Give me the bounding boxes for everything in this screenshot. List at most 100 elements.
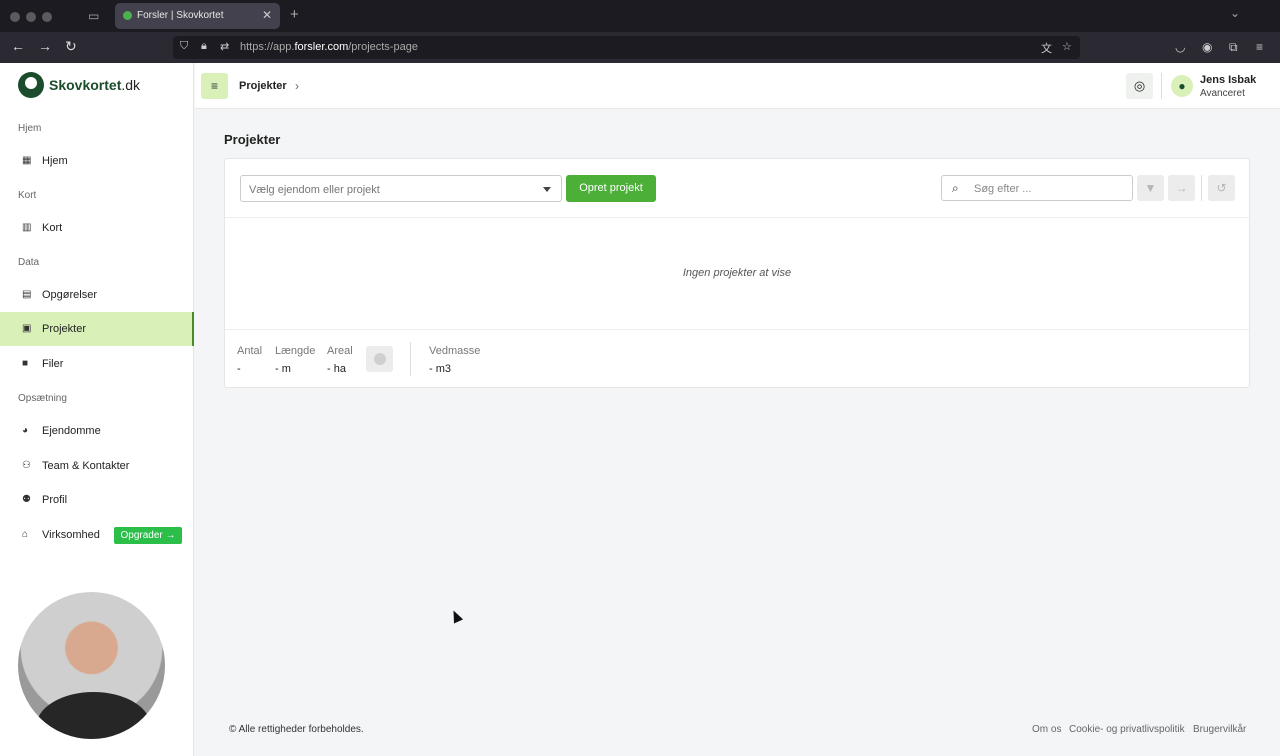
language-globe-icon[interactable]: ◎ — [1126, 73, 1153, 99]
translate-icon[interactable]: 文 — [1041, 40, 1052, 56]
sidebar-item-kort[interactable]: ▥ Kort — [0, 211, 194, 245]
apply-arrow-button[interactable]: → — [1168, 175, 1195, 201]
divider — [225, 329, 1249, 330]
search-input[interactable] — [974, 181, 1124, 196]
stat-label-areal: Areal — [327, 345, 353, 357]
search-box[interactable]: ⌕ — [941, 175, 1133, 201]
folder-icon: ■ — [22, 358, 29, 369]
stat-label-laengde: Længde — [275, 345, 316, 357]
team-icon: ⚇ — [22, 460, 31, 471]
pocket-icon[interactable]: ◡ — [1175, 40, 1185, 54]
user-role: Avanceret — [1200, 88, 1245, 99]
section-label-setup: Opsætning — [18, 393, 67, 404]
divider — [1201, 175, 1202, 201]
sidebar-item-label: Team & Kontakter — [42, 460, 130, 472]
browser-tab-bar: ▭ Forsler | Skovkortet ✕ + ⌄ — [0, 0, 1280, 32]
reload-icon[interactable]: ↻ — [65, 38, 77, 55]
create-project-button[interactable]: Opret projekt — [566, 175, 656, 202]
filter-button[interactable]: ▼ — [1137, 175, 1164, 201]
avatar[interactable]: ● — [1171, 75, 1193, 97]
select-placeholder: Vælg ejendom eller projekt — [249, 184, 380, 196]
app-topbar: ≡ Projekter › ◎ ● Jens Isbak Avanceret — [195, 63, 1280, 109]
breadcrumb[interactable]: Projekter — [239, 80, 287, 92]
brand-name: Skovkortet.dk — [49, 77, 141, 93]
sidebar-item-virksomhed[interactable]: ⌂ Virksomhed Opgrader → — [0, 518, 194, 552]
shield-icon[interactable]: ⛉ — [180, 40, 188, 53]
footer-link-about[interactable]: Om os — [1032, 724, 1061, 735]
divider — [1161, 73, 1162, 99]
sidebar-item-opgorelser[interactable]: ▤ Opgørelser — [0, 278, 194, 312]
sidebar-item-label: Profil — [42, 494, 68, 506]
table-icon: ▤ — [22, 289, 32, 300]
sidebar-item-profil[interactable]: ⚉ Profil — [0, 483, 194, 517]
section-label-data: Data — [18, 257, 40, 268]
chevron-right-icon: › — [295, 79, 299, 93]
home-icon: ⌂ — [22, 529, 29, 540]
reset-button[interactable]: ↺ — [1208, 175, 1235, 201]
lock-icon[interactable]: 🔒︎ — [201, 40, 207, 53]
sidebar-item-label: Projekter — [42, 323, 87, 335]
maximize-window-button[interactable] — [42, 12, 52, 22]
stat-value-antal: - — [237, 363, 241, 375]
caret-down-icon — [543, 187, 551, 192]
url-bar[interactable]: ⛉ 🔒︎ ⇄ https://app.forsler.com/projects-… — [173, 36, 1080, 59]
new-tab-icon[interactable]: + — [290, 6, 299, 23]
divider — [225, 217, 1249, 218]
sidebar-item-filer[interactable]: ■ Filer — [0, 347, 194, 381]
mouse-cursor — [448, 608, 464, 624]
pie-chart-button[interactable] — [366, 346, 393, 372]
section-label-home: Hjem — [18, 123, 42, 134]
dashboard-icon: ▦ — [22, 155, 32, 166]
sidebar-item-label: Ejendomme — [42, 425, 101, 437]
profile-icon: ⚉ — [22, 494, 31, 505]
favicon-icon — [123, 11, 132, 20]
tree-logo-icon — [18, 72, 44, 98]
upgrade-button[interactable]: Opgrader → — [114, 527, 182, 544]
collapse-sidebar-button[interactable]: ≡ — [201, 73, 228, 99]
sidebar-item-projekter[interactable]: ▣ Projekter — [0, 312, 194, 346]
sidebar-item-hjem[interactable]: ▦ Hjem — [0, 144, 194, 178]
forward-icon[interactable]: → — [38, 38, 52, 54]
bookmark-star-icon[interactable]: ☆ — [1062, 40, 1072, 53]
property-project-select[interactable]: Vælg ejendom eller projekt — [240, 175, 562, 202]
sidebar-item-label: Kort — [42, 222, 63, 234]
browser-tab-title: Forsler | Skovkortet — [137, 10, 224, 21]
tab-overview-icon[interactable]: ▭ — [88, 9, 99, 23]
account-icon[interactable]: ◉ — [1202, 40, 1212, 54]
presenter-shirt — [36, 692, 151, 739]
stat-label-antal: Antal — [237, 345, 263, 357]
footer-link-terms[interactable]: Brugervilkår — [1193, 724, 1246, 735]
pie-chart-icon — [374, 353, 386, 365]
close-window-button[interactable] — [10, 12, 20, 22]
sidebar-item-label: Filer — [42, 358, 64, 370]
minimize-window-button[interactable] — [26, 12, 36, 22]
empty-state-text: Ingen projekter at vise — [682, 267, 792, 279]
footer-copyright: © Alle rettigheder forbeholdes. — [229, 724, 364, 735]
map-icon: ▥ — [22, 222, 32, 233]
stat-value-areal: - ha — [327, 363, 346, 375]
clipboard-icon: ▣ — [22, 323, 32, 334]
close-tab-icon[interactable]: ✕ — [262, 8, 272, 22]
url-text[interactable]: https://app.forsler.com/projects-page — [240, 41, 418, 53]
browser-tab[interactable]: Forsler | Skovkortet ✕ — [115, 3, 280, 29]
sidebar-item-label: Opgørelser — [42, 289, 98, 301]
sidebar-item-label: Virksomhed — [42, 529, 100, 541]
back-icon[interactable]: ← — [11, 38, 25, 54]
extensions-icon[interactable]: ⧉ — [1229, 40, 1238, 55]
page-title: Projekter — [224, 132, 281, 147]
sidebar-item-team-kontakter[interactable]: ⚇ Team & Kontakter — [0, 449, 194, 483]
user-name[interactable]: Jens Isbak — [1200, 74, 1256, 86]
tab-list-chevron-icon[interactable]: ⌄ — [1230, 6, 1240, 20]
divider — [410, 342, 411, 376]
stat-label-vedmasse: Vedmasse — [429, 345, 481, 357]
sidebar-item-label: Hjem — [42, 155, 68, 167]
footer-link-privacy[interactable]: Cookie- og privatlivspolitik — [1069, 724, 1185, 735]
menu-icon[interactable]: ≡ — [1256, 40, 1263, 54]
section-label-map: Kort — [18, 190, 37, 201]
permissions-icon[interactable]: ⇄ — [220, 40, 229, 53]
browser-nav-bar: ← → ↻ ⛉ 🔒︎ ⇄ https://app.forsler.com/pro… — [0, 32, 1280, 63]
webcam-overlay — [16, 590, 167, 741]
sidebar-item-ejendomme[interactable]: ◕ Ejendomme — [0, 414, 194, 448]
stat-value-laengde: - m — [275, 363, 291, 375]
search-icon: ⌕ — [952, 181, 959, 195]
